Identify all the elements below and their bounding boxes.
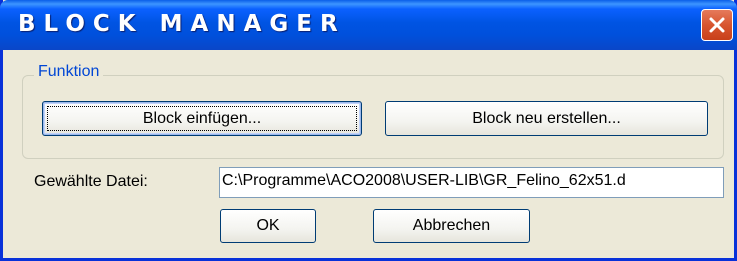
selected-file-label: Gewählte Datei: bbox=[34, 173, 148, 190]
title-bar[interactable]: BLOCK MANAGER bbox=[0, 0, 737, 50]
close-button[interactable] bbox=[701, 9, 733, 41]
create-block-label: Block neu erstellen... bbox=[472, 109, 621, 127]
selected-file-field[interactable]: C:\Programme\ACO2008\USER-LIB\GR_Felino_… bbox=[219, 167, 724, 198]
insert-block-button[interactable]: Block einfügen... bbox=[42, 101, 362, 136]
cancel-label: Abbrechen bbox=[412, 217, 491, 234]
function-group-label: Funktion bbox=[34, 63, 104, 81]
ok-button[interactable]: OK bbox=[220, 209, 316, 243]
close-icon bbox=[709, 17, 725, 33]
ok-label: OK bbox=[256, 217, 280, 234]
focus-ring bbox=[47, 106, 357, 131]
cancel-button[interactable]: Abbrechen bbox=[373, 209, 530, 243]
window-title: BLOCK MANAGER bbox=[18, 11, 346, 37]
create-block-button[interactable]: Block neu erstellen... bbox=[385, 101, 708, 136]
